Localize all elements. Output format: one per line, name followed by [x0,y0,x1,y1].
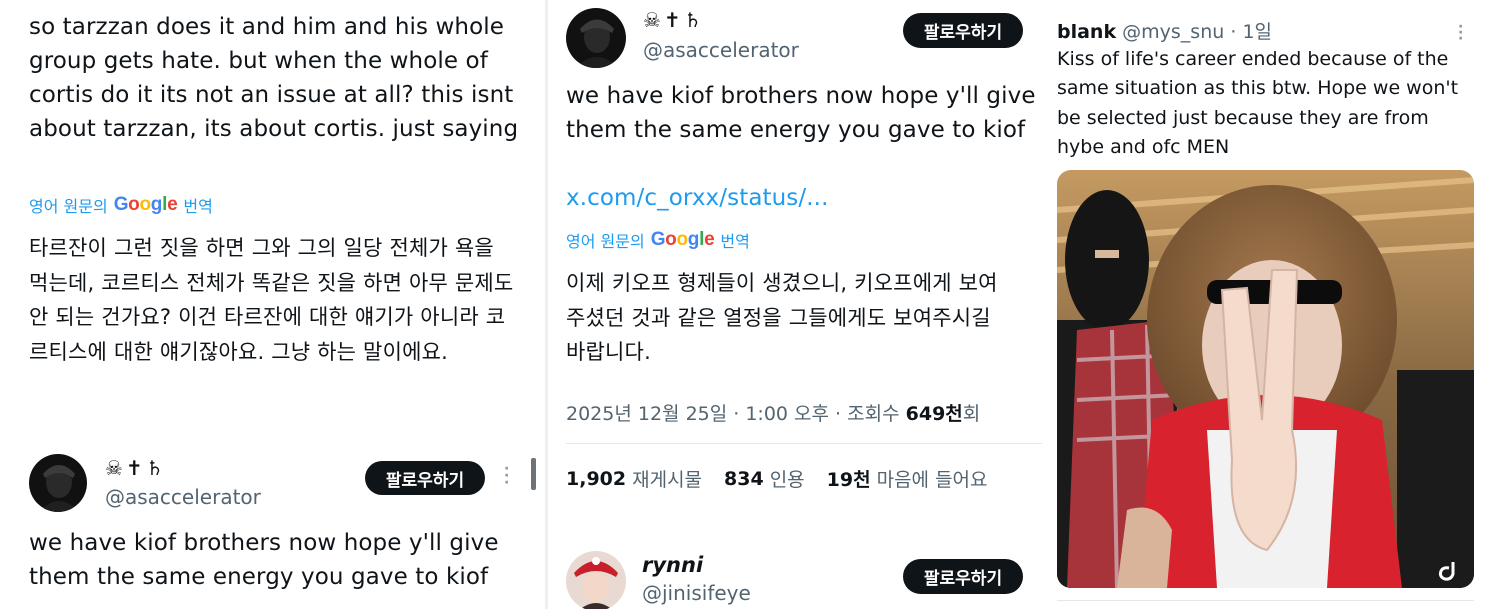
likes-stat[interactable]: 19천 마음에 들어요 [827,465,988,492]
post-text: Kiss of life's career ended because of t… [1057,48,1459,158]
follow-button[interactable]: 팔로우하기 [903,13,1023,48]
translate-prefix: 영어 원문의 [566,232,645,251]
handle[interactable]: @asaccelerator [105,485,261,509]
more-vertical-icon[interactable]: · · · [504,462,514,490]
middle-panel: ☠✝♄ @asaccelerator 팔로우하기 we have kiof br… [548,0,1048,609]
translate-suffix: 번역 [183,197,213,216]
post-timestamp[interactable]: 2025년 12월 25일 · 1:00 오후 · 조회수 649천회 [566,399,980,426]
engagement-stats: 1,902 재게시물 834 인용 19천 마음에 들어요 [566,465,1010,492]
handle[interactable]: @asaccelerator [643,38,799,62]
follow-button[interactable]: 팔로우하기 [365,461,485,495]
translate-link[interactable]: 영어 원문의 Google 번역 [566,228,750,252]
translate-link[interactable]: 영어 원문의 Google 번역 [29,193,213,217]
views-count: 649천 [905,403,963,425]
follow-button[interactable]: 팔로우하기 [903,559,1023,594]
translate-prefix: 영어 원문의 [29,197,108,216]
translated-text: 이제 키오프 형제들이 생겼으니, 키오프에게 보여주셨던 것과 같은 열정을 … [566,271,998,364]
reply-text: we have kiof brothers now hope y'll give… [29,530,499,590]
post-text: we have kiof brothers now hope y'll give… [566,83,1036,143]
separator [566,443,1042,444]
quotes-stat[interactable]: 834 인용 [724,465,805,492]
handle[interactable]: @mys_snu [1122,21,1224,43]
dot-separator: · [1230,21,1237,43]
post-header: blank @mys_snu · 1일 [1057,17,1272,44]
post-text: so tarzzan does it and him and his whole… [29,14,519,142]
reposts-stat[interactable]: 1,902 재게시물 [566,465,702,492]
author-name[interactable]: blank [1057,21,1116,43]
post-media[interactable] [1057,170,1474,588]
status-link[interactable]: x.com/c_orxx/status/... [566,181,828,215]
translated-text: 타르잔이 그런 짓을 하면 그와 그의 일당 전체가 욕을 먹는데, 코르티스 … [29,236,514,364]
avatar[interactable] [566,551,626,609]
translate-suffix: 번역 [720,232,750,251]
display-name[interactable]: rynni [642,553,703,577]
avatar[interactable] [566,8,626,68]
scrollbar-thumb[interactable] [531,458,536,490]
avatar[interactable] [29,454,87,512]
post-time[interactable]: 1일 [1242,21,1272,43]
google-logo: Google [650,229,715,250]
left-panel: so tarzzan does it and him and his whole… [0,0,545,609]
google-logo: Google [113,194,178,215]
right-panel: blank @mys_snu · 1일 · · · Kiss of life's c… [1048,0,1502,609]
display-name[interactable]: ☠✝♄ [105,456,167,480]
handle[interactable]: @jinisifeye [642,581,751,605]
separator [1057,600,1474,601]
media-image [1057,170,1474,588]
display-name[interactable]: ☠✝♄ [643,8,705,32]
